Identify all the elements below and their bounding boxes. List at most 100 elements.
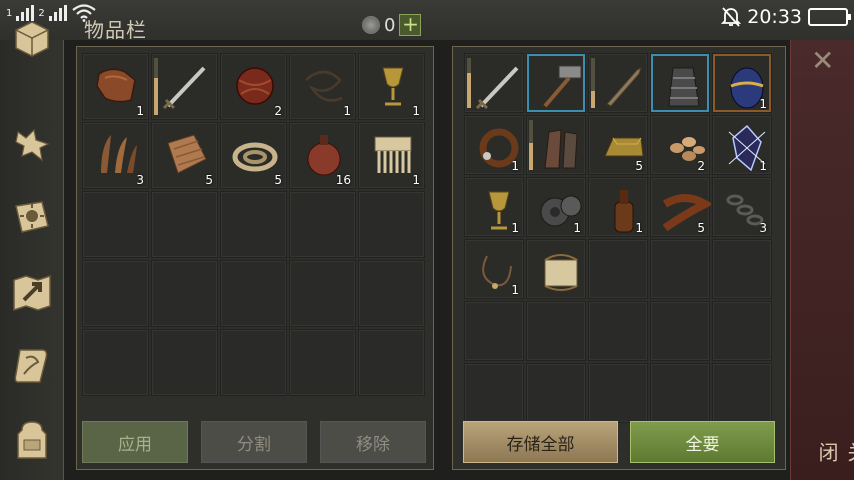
remove-button[interactable]: 移除 bbox=[320, 421, 426, 463]
durability-bar bbox=[591, 58, 595, 108]
inv-slot-flask[interactable]: 16 bbox=[289, 122, 356, 189]
inv-slot-feathers[interactable]: 3 bbox=[82, 122, 149, 189]
inv-slot-leather[interactable]: 1 bbox=[82, 53, 149, 120]
inv-slot-empty[interactable] bbox=[220, 329, 287, 396]
box-slot-bottle[interactable]: 1 bbox=[588, 177, 648, 237]
box-slot-seeds[interactable]: 2 bbox=[650, 115, 710, 175]
inv-slot-cloth[interactable]: 5 bbox=[151, 122, 218, 189]
chest-icon bbox=[15, 21, 49, 57]
sun-book-icon bbox=[15, 201, 49, 233]
inv-slot-empty[interactable] bbox=[151, 329, 218, 396]
box-slot-empty[interactable] bbox=[650, 301, 710, 361]
box-slot-empty[interactable] bbox=[588, 301, 648, 361]
inv-slot-empty[interactable] bbox=[289, 260, 356, 327]
clock: 20:33 bbox=[747, 6, 802, 28]
box-slot-leather-strap[interactable]: 5 bbox=[650, 177, 711, 237]
inv-slot-empty[interactable] bbox=[358, 191, 425, 258]
item-quantity: 1 bbox=[511, 159, 519, 173]
coin-icon bbox=[362, 16, 380, 34]
inv-slot-cord[interactable]: 1 bbox=[289, 53, 356, 120]
inv-slot-empty[interactable] bbox=[358, 329, 425, 396]
box-slot-goblet[interactable]: 1 bbox=[464, 177, 524, 237]
sidebar-item-companion[interactable] bbox=[8, 120, 56, 168]
inv-slot-comb[interactable]: 1 bbox=[358, 122, 425, 189]
sidebar-item-character[interactable] bbox=[8, 416, 56, 464]
box-slot-crystal[interactable]: 1 bbox=[712, 115, 772, 175]
backpack-icon bbox=[17, 421, 47, 459]
inv-slot-empty[interactable] bbox=[289, 329, 356, 396]
box-slot-empty[interactable] bbox=[588, 239, 648, 299]
box-slot-empty[interactable] bbox=[526, 301, 586, 361]
inv-slot-empty[interactable] bbox=[82, 191, 149, 258]
inv-slot-empty[interactable] bbox=[82, 260, 149, 327]
inv-slot-wrapped-ball[interactable]: 2 bbox=[220, 53, 287, 120]
box-slot-dagger[interactable] bbox=[588, 53, 648, 113]
item-quantity: 1 bbox=[573, 221, 581, 235]
box-slot-empty[interactable] bbox=[712, 239, 772, 299]
box-slot-empty[interactable] bbox=[588, 363, 648, 423]
item-quantity: 1 bbox=[511, 283, 519, 297]
inv-slot-rope[interactable]: 5 bbox=[220, 122, 287, 189]
close-panel[interactable]: ✕ 关闭 bbox=[790, 40, 854, 480]
take-all-button[interactable]: 全要 bbox=[630, 421, 775, 463]
close-icon[interactable]: ✕ bbox=[811, 44, 834, 77]
box-slot-chain[interactable]: 3 bbox=[712, 177, 772, 237]
item-quantity: 16 bbox=[335, 173, 351, 187]
inv-slot-empty[interactable] bbox=[220, 191, 287, 258]
gloves-icon bbox=[544, 129, 578, 169]
box-slot-empty[interactable] bbox=[464, 301, 524, 361]
box-slot-hammer[interactable] bbox=[526, 53, 586, 113]
item-quantity: 1 bbox=[511, 221, 519, 235]
sidebar-item-inventory[interactable] bbox=[8, 12, 56, 60]
item-quantity: 1 bbox=[412, 173, 420, 187]
map-icon bbox=[13, 274, 51, 312]
item-quantity: 1 bbox=[136, 104, 144, 118]
mute-bell-icon bbox=[721, 7, 742, 27]
wolf-icon bbox=[15, 128, 50, 162]
box-slot-empty[interactable] bbox=[650, 363, 710, 423]
inv-slot-goblet[interactable]: 1 bbox=[358, 53, 425, 120]
box-slot-gloves[interactable] bbox=[526, 115, 586, 175]
box-slot-empty[interactable] bbox=[650, 239, 710, 299]
item-quantity: 5 bbox=[274, 173, 282, 187]
box-slot-empty[interactable] bbox=[712, 363, 772, 423]
item-quantity: 1 bbox=[343, 104, 351, 118]
store-all-button[interactable]: 存储全部 bbox=[463, 421, 618, 463]
inv-slot-empty[interactable] bbox=[220, 260, 287, 327]
apply-button[interactable]: 应用 bbox=[82, 421, 188, 463]
sidebar-item-map[interactable] bbox=[8, 268, 56, 316]
box-slot-empty[interactable] bbox=[464, 363, 524, 423]
box-slot-empty[interactable] bbox=[712, 301, 772, 361]
scroll-icon bbox=[14, 349, 48, 383]
durability-bar bbox=[154, 58, 158, 115]
sidebar-item-quests[interactable] bbox=[8, 342, 56, 390]
item-quantity: 1 bbox=[759, 97, 767, 111]
inv-slot-empty[interactable] bbox=[151, 260, 218, 327]
inv-slot-sword[interactable] bbox=[151, 53, 218, 120]
split-button[interactable]: 分割 bbox=[201, 421, 307, 463]
box-slot-ingot[interactable]: 5 bbox=[588, 115, 648, 175]
item-quantity: 5 bbox=[697, 221, 705, 235]
box-slot-collar[interactable]: 1 bbox=[464, 115, 524, 175]
box-slot-gears[interactable]: 1 bbox=[526, 177, 586, 237]
inv-slot-empty[interactable] bbox=[289, 191, 356, 258]
inv-slot-empty[interactable] bbox=[358, 260, 425, 327]
battery-icon bbox=[808, 8, 851, 26]
gauntlet-icon bbox=[668, 67, 700, 107]
box-slot-scroll[interactable] bbox=[526, 239, 586, 299]
box-slot-necklace[interactable]: 1 bbox=[464, 239, 524, 299]
item-quantity: 2 bbox=[697, 159, 705, 173]
box-slot-sword[interactable] bbox=[464, 53, 524, 113]
item-quantity: 1 bbox=[759, 159, 767, 173]
add-currency-button[interactable]: + bbox=[399, 14, 422, 36]
coin-count: 0 bbox=[384, 14, 396, 36]
box-slot-egg[interactable]: 1 bbox=[712, 53, 772, 113]
item-quantity: 1 bbox=[412, 104, 420, 118]
box-slot-gauntlet[interactable] bbox=[650, 53, 710, 113]
inventory-grid: 1 2 1 1 3 5 5 16 1 bbox=[82, 53, 425, 396]
sidebar-item-skills[interactable] bbox=[8, 194, 56, 242]
inv-slot-empty[interactable] bbox=[151, 191, 218, 258]
box-slot-empty[interactable] bbox=[526, 363, 586, 423]
item-quantity: 3 bbox=[136, 173, 144, 187]
inv-slot-empty[interactable] bbox=[82, 329, 149, 396]
